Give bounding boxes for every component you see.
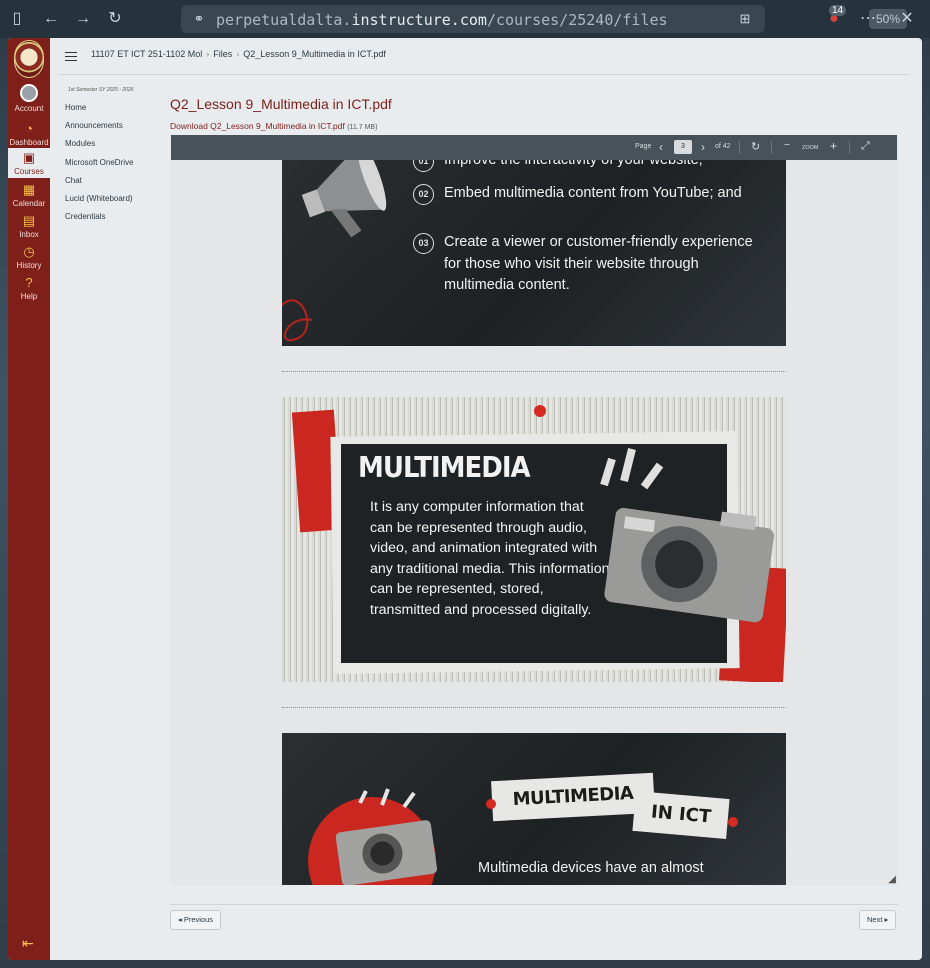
dashboard-icon: ◔ xyxy=(25,121,33,136)
breadcrumb-files[interactable]: Files xyxy=(213,49,232,59)
chevron-right-icon: › xyxy=(236,49,240,59)
objective-item: Create a viewer or customer-friendly exp… xyxy=(444,234,753,293)
pin-icon xyxy=(728,817,738,827)
pin-icon xyxy=(486,799,496,809)
divider xyxy=(170,904,898,905)
previous-button[interactable]: ◂ Previous xyxy=(170,910,222,930)
slide-tag: MULTIMEDIA xyxy=(491,772,655,822)
term-label: 1st Semester SY 2025 - 2026 xyxy=(68,87,134,93)
inbox-icon: ▤ xyxy=(22,213,36,228)
slide-body-text: Multimedia devices have an almost xyxy=(478,860,704,876)
rotate-icon[interactable]: ↻ xyxy=(751,140,760,153)
pdf-viewer[interactable]: 01 Improve the interactivity of your web… xyxy=(170,135,898,885)
page-label: Page xyxy=(635,143,652,150)
course-nav-announcements[interactable]: Announcements xyxy=(65,120,165,138)
calendar-icon: ▦ xyxy=(22,182,36,197)
page-title: Q2_Lesson 9_Multimedia in ICT.pdf xyxy=(170,96,392,112)
download-label[interactable]: Download Q2_Lesson 9_Multimedia in ICT.p… xyxy=(170,121,345,131)
slide-tag: IN ICT xyxy=(632,790,730,840)
url-text[interactable]: perpetualdalta.instructure.com/courses/2… xyxy=(216,11,678,29)
school-logo-icon[interactable] xyxy=(14,40,44,78)
forward-icon[interactable]: → xyxy=(73,9,93,29)
extension-badge: 14 xyxy=(829,5,847,16)
nav-inbox[interactable]: ▤ Inbox xyxy=(8,213,50,240)
history-icon: ◷ xyxy=(23,244,35,259)
nav-calendar[interactable]: ▦ Calendar xyxy=(8,182,50,209)
zoom-label: ZOOM xyxy=(802,145,819,151)
divider xyxy=(58,74,910,75)
chevron-right-icon: › xyxy=(206,49,210,59)
divider xyxy=(771,141,772,154)
sidebar-toggle-icon[interactable]: ▯ xyxy=(7,9,27,29)
reader-mode-icon[interactable]: ⊞ xyxy=(735,9,755,29)
slide-objectives: 01 Improve the interactivity of your web… xyxy=(282,135,786,346)
nav-history[interactable]: ◷ History xyxy=(8,244,50,271)
next-button[interactable]: Next ▸ xyxy=(859,910,897,930)
course-nav-credentials[interactable]: Credentials xyxy=(65,211,165,229)
prev-page-icon[interactable]: ‹ xyxy=(659,140,663,154)
slide-multimedia-in-ict: MULTIMEDIA IN ICT Multimedia devices hav… xyxy=(282,733,786,885)
zoom-in-icon[interactable]: + xyxy=(830,139,837,153)
collapse-nav-icon[interactable]: ⇤ xyxy=(22,935,34,952)
global-nav: Account ◔ Dashboard ▣ Courses ▦ Calendar… xyxy=(8,38,50,960)
page-separator xyxy=(282,371,786,372)
breadcrumb-course[interactable]: 11107 ET ICT 251-1102 Mol xyxy=(91,49,202,59)
download-link[interactable]: Download Q2_Lesson 9_Multimedia in ICT.p… xyxy=(170,121,377,131)
fullscreen-icon[interactable]: ⤢ xyxy=(861,140,870,153)
objective-number: 03 xyxy=(413,233,434,254)
site-info-icon[interactable]: ⚭ xyxy=(189,9,209,29)
page-separator xyxy=(282,707,786,708)
browser-toolbar: ▯ ← → ↻ ⚭ perpetualdalta.instructure.com… xyxy=(0,0,930,38)
resize-handle-icon[interactable]: ◢ xyxy=(888,874,896,885)
nav-help[interactable]: ? Help xyxy=(8,275,50,302)
pdf-toolbar: Page ‹ 3 › of 42 ↻ − ZOOM + ⤢ xyxy=(171,135,897,160)
breadcrumb: 11107 ET ICT 251-1102 Mol › Files › Q2_Lesso… xyxy=(91,49,386,59)
divider xyxy=(849,141,850,154)
objective-number: 02 xyxy=(413,184,434,205)
course-nav-lucid[interactable]: Lucid (Whiteboard) xyxy=(65,193,165,211)
avatar xyxy=(20,84,38,102)
more-menu-icon[interactable]: ⋯ xyxy=(858,9,878,29)
divider xyxy=(739,141,740,154)
course-nav: 1st Semester SY 2025 - 2026 Home Announc… xyxy=(65,84,165,229)
nav-account[interactable]: Account xyxy=(8,84,50,113)
zoom-out-icon[interactable]: − xyxy=(784,140,790,151)
page-number-input[interactable]: 3 xyxy=(674,140,692,154)
next-page-icon[interactable]: › xyxy=(701,140,705,154)
help-icon: ? xyxy=(25,275,33,290)
course-nav-onedrive[interactable]: Microsoft OneDrive xyxy=(65,157,165,175)
course-nav-home[interactable]: Home xyxy=(65,102,165,120)
nav-dashboard[interactable]: ◔ Dashboard xyxy=(8,121,50,148)
course-nav-chat[interactable]: Chat xyxy=(65,175,165,193)
reload-icon[interactable]: ↻ xyxy=(105,9,125,29)
canvas-window: Account ◔ Dashboard ▣ Courses ▦ Calendar… xyxy=(8,38,922,960)
address-bar[interactable]: ⚭ perpetualdalta.instructure.com/courses… xyxy=(181,5,907,33)
back-icon[interactable]: ← xyxy=(41,9,61,29)
objective-item: Embed multimedia content from YouTube; a… xyxy=(444,185,742,201)
close-icon[interactable]: ✕ xyxy=(897,9,917,29)
courses-icon: ▣ xyxy=(22,150,36,165)
file-size: (11.7 MB) xyxy=(347,124,378,131)
breadcrumb-file: Q2_Lesson 9_Multimedia in ICT.pdf xyxy=(243,49,386,59)
nav-courses[interactable]: ▣ Courses xyxy=(8,148,50,178)
page-total: of 42 xyxy=(715,143,731,150)
slide-multimedia-definition: MULTIMEDIA It is any computer informatio… xyxy=(282,397,786,682)
course-nav-modules[interactable]: Modules xyxy=(65,138,165,156)
course-menu-toggle-icon[interactable] xyxy=(65,52,77,61)
camera-illustration xyxy=(600,448,775,623)
